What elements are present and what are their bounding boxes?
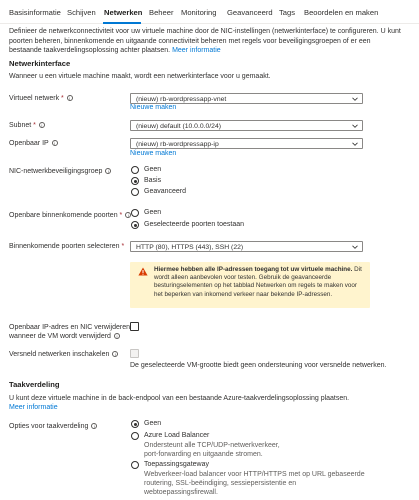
nsg-radio-none[interactable] xyxy=(131,166,139,174)
chevron-down-icon xyxy=(352,245,358,249)
nsg-radio-basic[interactable] xyxy=(131,177,139,185)
nsg-label: NIC-netwerkbeveiligingsgroep i xyxy=(9,167,112,177)
chevron-down-icon xyxy=(352,97,358,101)
accelerated-networking-note: De geselecteerde VM-grootte biedt geen o… xyxy=(130,362,387,369)
public-ip-label-text: Openbaar IP xyxy=(9,140,49,147)
select-ports-label: Binnenkomende poorten selecteren * xyxy=(9,242,124,252)
info-icon[interactable]: i xyxy=(105,168,112,175)
subnet-label: Subnet * i xyxy=(9,121,45,131)
chevron-down-icon xyxy=(352,142,358,146)
lb-application-gateway-description: Webverkeer-load balancer voor HTTP/HTTPS… xyxy=(144,471,365,496)
select-ports-label-text: Binnenkomende poorten selecteren xyxy=(9,243,120,250)
info-icon[interactable]: i xyxy=(51,140,58,147)
tab-advanced[interactable]: Geavanceerd xyxy=(227,8,273,17)
active-tab-indicator xyxy=(103,22,141,24)
warning-icon xyxy=(138,267,148,276)
tab-monitoring[interactable]: Monitoring xyxy=(181,8,216,17)
required-marker: * xyxy=(121,243,125,250)
required-marker: * xyxy=(33,122,36,129)
public-ip-dropdown[interactable]: (nieuw) rb-wordpressapp-ip xyxy=(130,138,363,149)
delete-ip-nic-checkbox[interactable] xyxy=(130,322,139,331)
warning-title: Hiermee hebben alle IP-adressen toegang … xyxy=(154,266,353,273)
lb-radio-application-gateway-label: Toepassingsgateway xyxy=(144,461,209,468)
info-icon[interactable]: i xyxy=(113,333,120,340)
load-balancing-options-label: Opties voor taakverdeling i xyxy=(9,422,98,432)
subnet-value: (nieuw) default (10.0.0.0/24) xyxy=(136,123,222,130)
nsg-radio-none-label: Geen xyxy=(144,166,162,173)
warning-text: Hiermee hebben alle IP-adressen toegang … xyxy=(154,266,366,299)
info-icon[interactable]: i xyxy=(91,423,98,430)
inbound-radio-allow-selected[interactable] xyxy=(131,221,139,229)
lb-azure-load-balancer-description: Ondersteunt alle TCP/UDP-netwerkverkeer,… xyxy=(144,442,280,458)
inbound-ports-label: Openbare binnenkomende poorten * i xyxy=(9,211,132,221)
section-heading-load-balancing: Taakverdeling xyxy=(9,380,60,389)
required-marker: * xyxy=(119,212,123,219)
lb-radio-application-gateway[interactable] xyxy=(131,461,139,469)
tab-networking[interactable]: Netwerken xyxy=(104,8,142,17)
nsg-radio-basic-label: Basis xyxy=(144,177,162,184)
chevron-down-icon xyxy=(352,124,358,128)
load-balancing-options-label-text: Opties voor taakverdeling xyxy=(9,423,89,430)
accelerated-networking-checkbox[interactable] xyxy=(130,349,139,358)
tab-management[interactable]: Beheer xyxy=(149,8,174,17)
info-icon[interactable]: i xyxy=(66,95,73,102)
public-ip-label: Openbaar IP i xyxy=(9,139,58,149)
section-heading-network-interface: Netwerkinterface xyxy=(9,59,71,68)
tab-basics[interactable]: Basisinformatie xyxy=(9,8,61,17)
inbound-radio-allow-selected-label: Geselecteerde poorten toestaan xyxy=(144,221,245,228)
vnet-label: Virtueel netwerk * i xyxy=(9,94,73,104)
inbound-radio-none-label: Geen xyxy=(144,209,162,216)
vnet-create-new-link[interactable]: Nieuwe maken xyxy=(130,103,176,113)
vnet-label-text: Virtueel netwerk xyxy=(9,95,60,102)
accelerated-networking-label: Versneld netwerken inschakelen i xyxy=(9,350,119,360)
delete-ip-nic-label-line2: wanneer de VM wordt verwijderd i xyxy=(9,332,120,342)
delete-ip-nic-label-line2-text: wanneer de VM wordt verwijderd xyxy=(9,333,111,340)
inbound-ports-label-text: Openbare binnenkomende poorten xyxy=(9,212,118,219)
subnet-dropdown[interactable]: (nieuw) default (10.0.0.0/24) xyxy=(130,120,363,131)
learn-more-link[interactable]: Meer informatie xyxy=(172,47,221,54)
nsg-radio-advanced-label: Geavanceerd xyxy=(144,188,187,195)
load-balancing-learn-more-link[interactable]: Meer informatie xyxy=(9,403,58,413)
nsg-label-text: NIC-netwerkbeveiligingsgroep xyxy=(9,168,103,175)
lb-radio-none[interactable] xyxy=(131,420,139,428)
public-ip-create-new-link[interactable]: Nieuwe maken xyxy=(130,149,176,159)
accelerated-networking-label-text: Versneld netwerken inschakelen xyxy=(9,351,110,358)
load-balancing-description: U kunt deze virtuele machine in de back-… xyxy=(9,395,350,402)
subnet-label-text: Subnet xyxy=(9,122,32,129)
tab-bar: Basisinformatie Schijven Netwerken Behee… xyxy=(0,0,419,24)
warning-message-bar: Hiermee hebben alle IP-adressen toegang … xyxy=(130,262,370,308)
select-ports-value: HTTP (80), HTTPS (443), SSH (22) xyxy=(136,244,244,251)
required-marker: * xyxy=(61,95,64,102)
lb-radio-none-label: Geen xyxy=(144,420,162,427)
tab-review-create[interactable]: Beoordelen en maken xyxy=(304,8,378,17)
select-ports-dropdown[interactable]: HTTP (80), HTTPS (443), SSH (22) xyxy=(130,241,363,252)
lb-radio-azure-load-balancer-label: Azure Load Balancer xyxy=(144,432,210,439)
inbound-radio-none[interactable] xyxy=(131,209,139,217)
public-ip-value: (nieuw) rb-wordpressapp-ip xyxy=(136,141,219,148)
network-interface-description: Wanneer u een virtuele machine maakt, wo… xyxy=(9,73,271,80)
tab-tags[interactable]: Tags xyxy=(279,8,295,17)
nsg-radio-advanced[interactable] xyxy=(131,188,139,196)
info-icon[interactable]: i xyxy=(112,351,119,358)
intro-paragraph: Definieer de netwerkconnectiviteit voor … xyxy=(9,27,405,56)
lb-radio-azure-load-balancer[interactable] xyxy=(131,432,139,440)
info-icon[interactable]: i xyxy=(38,122,45,129)
tab-disks[interactable]: Schijven xyxy=(67,8,96,17)
